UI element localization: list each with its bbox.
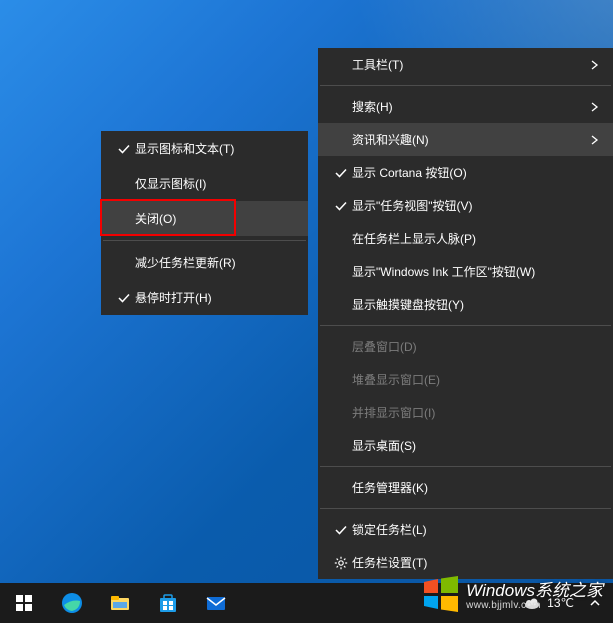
menu-item-search[interactable]: 搜索(H): [318, 90, 613, 123]
menu-item-stacked: 堆叠显示窗口(E): [318, 363, 613, 396]
start-button[interactable]: [0, 583, 48, 623]
submenu-item-reduce-updates[interactable]: 减少任务栏更新(R): [101, 245, 308, 280]
check-icon: [113, 143, 135, 155]
menu-item-toolbar[interactable]: 工具栏(T): [318, 48, 613, 81]
menu-label: 显示桌面(S): [352, 437, 603, 454]
submenu-label: 减少任务栏更新(R): [135, 254, 298, 271]
menu-item-touch-keyboard[interactable]: 显示触摸键盘按钮(Y): [318, 288, 613, 321]
chevron-right-icon: [587, 60, 603, 70]
taskbar-left-section: [0, 583, 240, 623]
menu-label: 工具栏(T): [352, 56, 587, 73]
menu-label: 显示"任务视图"按钮(V): [352, 197, 603, 214]
submenu-item-show-icon-only[interactable]: 仅显示图标(I): [101, 166, 308, 201]
windows-logo-icon: [16, 595, 32, 611]
check-icon: [113, 292, 135, 304]
menu-item-task-manager[interactable]: 任务管理器(K): [318, 471, 613, 504]
store-icon: [157, 592, 179, 614]
check-icon: [330, 524, 352, 536]
menu-label: 锁定任务栏(L): [352, 521, 603, 538]
submenu-label: 悬停时打开(H): [135, 289, 298, 306]
menu-label: 显示触摸键盘按钮(Y): [352, 296, 603, 313]
menu-separator: [320, 325, 611, 326]
menu-item-people[interactable]: 在任务栏上显示人脉(P): [318, 222, 613, 255]
taskbar-right-section: 13℃: [515, 583, 613, 623]
menu-separator: [320, 466, 611, 467]
news-interests-submenu: 显示图标和文本(T) 仅显示图标(I) 关闭(O) 减少任务栏更新(R) 悬停时…: [101, 131, 308, 315]
menu-item-windows-ink[interactable]: 显示"Windows Ink 工作区"按钮(W): [318, 255, 613, 288]
menu-separator: [320, 508, 611, 509]
menu-label: 堆叠显示窗口(E): [352, 371, 603, 388]
menu-item-task-view[interactable]: 显示"任务视图"按钮(V): [318, 189, 613, 222]
menu-label: 任务管理器(K): [352, 479, 603, 496]
weather-cloud-icon: [523, 594, 541, 612]
menu-separator: [103, 240, 306, 241]
folder-icon: [109, 592, 131, 614]
menu-label: 在任务栏上显示人脉(P): [352, 230, 603, 247]
microsoft-store-button[interactable]: [144, 583, 192, 623]
menu-item-lock-taskbar[interactable]: 锁定任务栏(L): [318, 513, 613, 546]
edge-browser-button[interactable]: [48, 583, 96, 623]
check-icon: [330, 167, 352, 179]
mail-icon: [204, 591, 228, 615]
menu-separator: [320, 85, 611, 86]
weather-temperature: 13℃: [547, 596, 574, 610]
menu-item-cascade: 层叠窗口(D): [318, 330, 613, 363]
tray-overflow-button[interactable]: [582, 594, 608, 612]
menu-label: 资讯和兴趣(N): [352, 131, 587, 148]
menu-item-taskbar-settings[interactable]: 任务栏设置(T): [318, 546, 613, 579]
menu-item-show-desktop[interactable]: 显示桌面(S): [318, 429, 613, 462]
menu-label: 显示"Windows Ink 工作区"按钮(W): [352, 263, 603, 280]
menu-label: 显示 Cortana 按钮(O): [352, 164, 603, 181]
chevron-right-icon: [587, 102, 603, 112]
chevron-right-icon: [587, 135, 603, 145]
menu-item-side-by-side: 并排显示窗口(I): [318, 396, 613, 429]
check-icon: [330, 200, 352, 212]
menu-label: 并排显示窗口(I): [352, 404, 603, 421]
submenu-label: 显示图标和文本(T): [135, 140, 298, 157]
mail-button[interactable]: [192, 583, 240, 623]
weather-widget[interactable]: 13℃: [515, 594, 582, 612]
menu-item-cortana[interactable]: 显示 Cortana 按钮(O): [318, 156, 613, 189]
menu-label: 层叠窗口(D): [352, 338, 603, 355]
menu-label: 任务栏设置(T): [352, 554, 603, 571]
file-explorer-button[interactable]: [96, 583, 144, 623]
taskbar: 13℃: [0, 583, 613, 623]
submenu-item-close[interactable]: 关闭(O): [101, 201, 308, 236]
chevron-up-icon: [590, 599, 600, 607]
submenu-item-open-on-hover[interactable]: 悬停时打开(H): [101, 280, 308, 315]
taskbar-context-menu: 工具栏(T) 搜索(H) 资讯和兴趣(N) 显示 Cortana 按钮(O) 显…: [318, 48, 613, 579]
submenu-label: 仅显示图标(I): [135, 175, 298, 192]
menu-item-news-interests[interactable]: 资讯和兴趣(N): [318, 123, 613, 156]
menu-label: 搜索(H): [352, 98, 587, 115]
edge-icon: [60, 591, 84, 615]
submenu-item-show-icon-text[interactable]: 显示图标和文本(T): [101, 131, 308, 166]
submenu-label: 关闭(O): [135, 210, 298, 227]
gear-icon: [330, 556, 352, 570]
